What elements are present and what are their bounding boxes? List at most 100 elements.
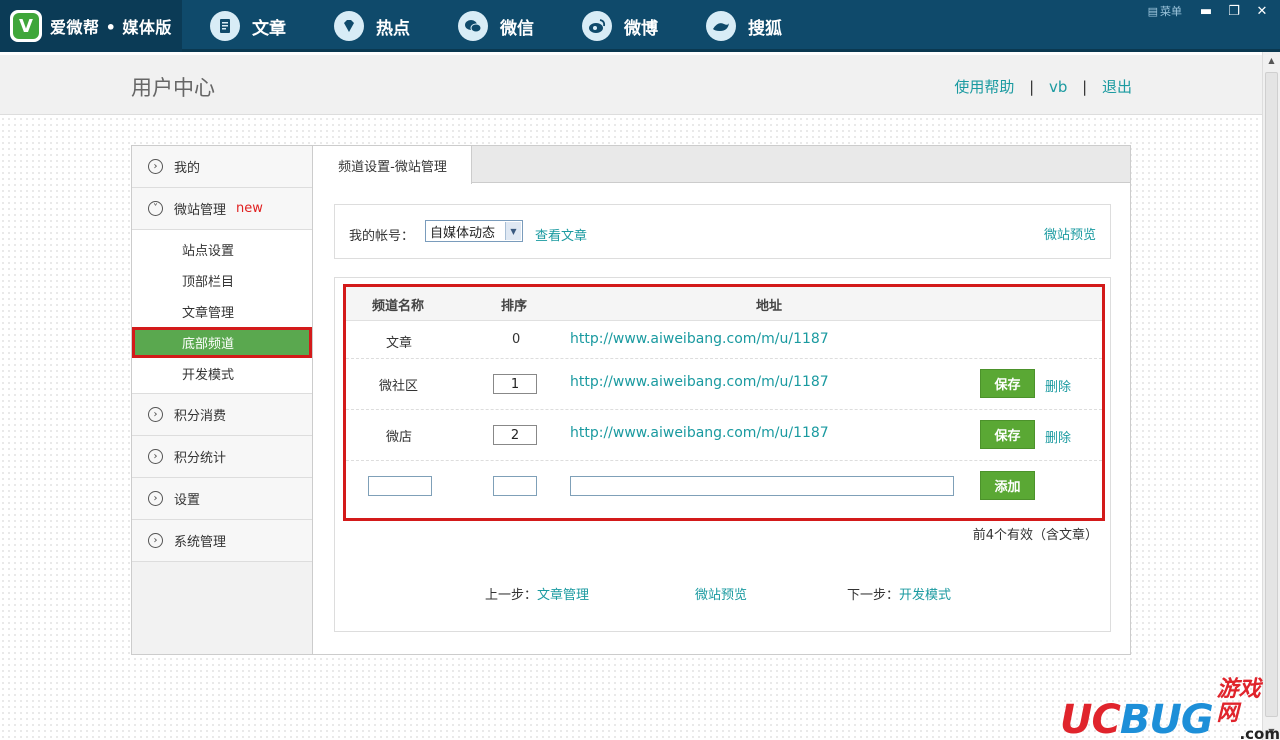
site-manage-submenu: 站点设置 顶部栏目 文章管理 底部频道 开发模式 xyxy=(132,230,312,394)
minimize-icon[interactable]: ▬ xyxy=(1194,2,1218,20)
nav-item-article[interactable]: 文章 xyxy=(210,0,286,52)
sidebar-item-label: 积分消费 xyxy=(174,409,227,424)
sidebar-subitem-bottom-channel[interactable]: 底部频道 xyxy=(132,327,312,358)
channel-table-box: 频道名称 排序 地址 文章 0 http://www.aiweibang.com… xyxy=(334,277,1111,632)
nav-item-wechat[interactable]: 微信 xyxy=(458,0,534,52)
watermark-cn: 游戏网 xyxy=(1216,677,1261,726)
table-row-new: 添加 xyxy=(346,461,1102,511)
page-header: 用户中心 使用帮助 | vb | 退出 xyxy=(0,55,1262,115)
save-button[interactable]: 保存 xyxy=(980,369,1035,398)
main-content: 频道设置-微站管理 我的帐号： 自媒体动态 ▼ 查看文章 微站预览 频道名称 排… xyxy=(314,146,1130,654)
view-articles-link[interactable]: 查看文章 xyxy=(535,225,587,244)
nav-item-weibo[interactable]: 微博 xyxy=(582,0,658,52)
table-header: 频道名称 排序 地址 xyxy=(346,287,1102,321)
watermark-domain: .com xyxy=(1239,725,1280,740)
separator: | xyxy=(1029,78,1035,96)
tab-channel-settings[interactable]: 频道设置-微站管理 xyxy=(314,146,472,184)
ucbug-watermark-logo: UCBUG 游戏网 .com xyxy=(1060,678,1280,740)
nav-label: 微信 xyxy=(500,18,534,39)
chevron-right-icon: › xyxy=(148,159,163,174)
menu-icon: ▤ xyxy=(1147,4,1158,18)
weibo-icon xyxy=(582,11,612,41)
account-select[interactable]: 自媒体动态 ▼ xyxy=(425,220,523,242)
delete-link[interactable]: 删除 xyxy=(1045,376,1071,395)
sidebar-item-system[interactable]: › 系统管理 xyxy=(132,520,312,562)
site-preview-step-link[interactable]: 微站预览 xyxy=(695,588,747,603)
sidebar-item-points-stats[interactable]: › 积分统计 xyxy=(132,436,312,478)
channel-url[interactable]: http://www.aiweibang.com/m/u/1187 xyxy=(570,425,829,441)
sidebar-item-settings[interactable]: › 设置 xyxy=(132,478,312,520)
sidebar-item-label: 我的 xyxy=(174,161,201,176)
new-badge: new xyxy=(236,201,263,216)
sidebar-item-label: 设置 xyxy=(174,493,201,508)
chevron-right-icon: › xyxy=(148,449,163,464)
prev-step-link[interactable]: 文章管理 xyxy=(537,588,589,603)
nav-item-sohu[interactable]: 搜狐 xyxy=(706,0,782,52)
channel-url[interactable]: http://www.aiweibang.com/m/u/1187 xyxy=(570,331,829,347)
save-button[interactable]: 保存 xyxy=(980,420,1035,449)
tab-bar: 频道设置-微站管理 xyxy=(314,146,1130,184)
channel-order: 0 xyxy=(512,332,521,347)
channel-url[interactable]: http://www.aiweibang.com/m/u/1187 xyxy=(570,374,829,390)
sidebar-item-label: 微站管理 xyxy=(174,203,227,218)
table-row: 文章 0 http://www.aiweibang.com/m/u/1187 xyxy=(346,321,1102,359)
window-controls: ▤ 菜单 ▬ ❐ ✕ xyxy=(1148,2,1274,20)
sidebar-item-mine[interactable]: › 我的 xyxy=(132,146,312,188)
preview-step: 微站预览 xyxy=(695,584,747,603)
nav-label: 文章 xyxy=(252,18,286,39)
order-input[interactable]: 1 xyxy=(493,374,537,394)
next-step-link[interactable]: 开发模式 xyxy=(899,588,951,603)
logout-link[interactable]: 退出 xyxy=(1102,78,1132,96)
site-preview-link[interactable]: 微站预览 xyxy=(1044,224,1096,243)
logo-icon: V xyxy=(10,10,42,42)
sidebar-subitem-article-manage[interactable]: 文章管理 xyxy=(132,296,312,327)
sidebar-subitem-dev-mode[interactable]: 开发模式 xyxy=(132,358,312,389)
chevron-down-icon: ˅ xyxy=(148,201,163,216)
main-nav: 文章 热点 微信 微博 搜狐 xyxy=(210,0,830,52)
column-header-address: 地址 xyxy=(756,299,783,314)
sidebar-item-points-consume[interactable]: › 积分消费 xyxy=(132,394,312,436)
page-title: 用户中心 xyxy=(131,76,215,100)
table-row: 微社区 1 http://www.aiweibang.com/m/u/1187 … xyxy=(346,359,1102,410)
help-link[interactable]: 使用帮助 xyxy=(954,78,1014,96)
new-channel-order-input[interactable] xyxy=(493,476,537,496)
valid-count-note: 前4个有效（含文章） xyxy=(972,528,1098,543)
watermark-right: 游戏网 .com xyxy=(1217,678,1280,740)
sidebar-item-site-manage[interactable]: ˅ 微站管理 new xyxy=(132,188,312,230)
close-icon[interactable]: ✕ xyxy=(1250,2,1274,20)
user-link[interactable]: vb xyxy=(1049,78,1067,96)
prev-step: 上一步：文章管理 xyxy=(485,584,589,603)
order-input[interactable]: 2 xyxy=(493,425,537,445)
account-label: 我的帐号： xyxy=(349,229,415,244)
new-channel-name-input[interactable] xyxy=(368,476,432,496)
window-menu[interactable]: ▤ 菜单 xyxy=(1148,3,1182,19)
app-logo[interactable]: V 爱微帮 • 媒体版 xyxy=(0,0,182,52)
header-links: 使用帮助 | vb | 退出 xyxy=(954,76,1132,97)
scroll-up-icon[interactable]: ▲ xyxy=(1263,52,1280,69)
add-button[interactable]: 添加 xyxy=(980,471,1035,500)
wechat-icon xyxy=(458,11,488,41)
nav-item-hot[interactable]: 热点 xyxy=(334,0,410,52)
account-box: 我的帐号： 自媒体动态 ▼ 查看文章 微站预览 xyxy=(334,204,1111,259)
new-channel-url-input[interactable] xyxy=(570,476,954,496)
watermark-brand: UCBUG xyxy=(1060,697,1214,740)
restore-icon[interactable]: ❐ xyxy=(1222,2,1246,20)
table-row: 微店 2 http://www.aiweibang.com/m/u/1187 保… xyxy=(346,410,1102,461)
separator: | xyxy=(1082,78,1088,96)
chevron-right-icon: › xyxy=(148,491,163,506)
vertical-scrollbar[interactable]: ▲ ▼ xyxy=(1262,52,1280,740)
account-select-value: 自媒体动态 xyxy=(430,225,496,241)
prev-step-label: 上一步： xyxy=(485,588,538,603)
sidebar-subitem-site-settings[interactable]: 站点设置 xyxy=(132,234,312,265)
diamond-icon xyxy=(334,11,364,41)
chevron-right-icon: › xyxy=(148,533,163,548)
sidebar-item-label: 系统管理 xyxy=(174,535,227,550)
delete-link[interactable]: 删除 xyxy=(1045,427,1071,446)
scroll-thumb[interactable] xyxy=(1265,72,1278,717)
next-step: 下一步：开发模式 xyxy=(847,584,951,603)
sidebar-item-label: 积分统计 xyxy=(174,451,227,466)
chevron-right-icon: › xyxy=(148,407,163,422)
sidebar-subitem-top-columns[interactable]: 顶部栏目 xyxy=(132,265,312,296)
sidebar: › 我的 ˅ 微站管理 new 站点设置 顶部栏目 文章管理 底部频道 开发模式… xyxy=(132,146,313,654)
nav-label: 热点 xyxy=(376,18,410,39)
